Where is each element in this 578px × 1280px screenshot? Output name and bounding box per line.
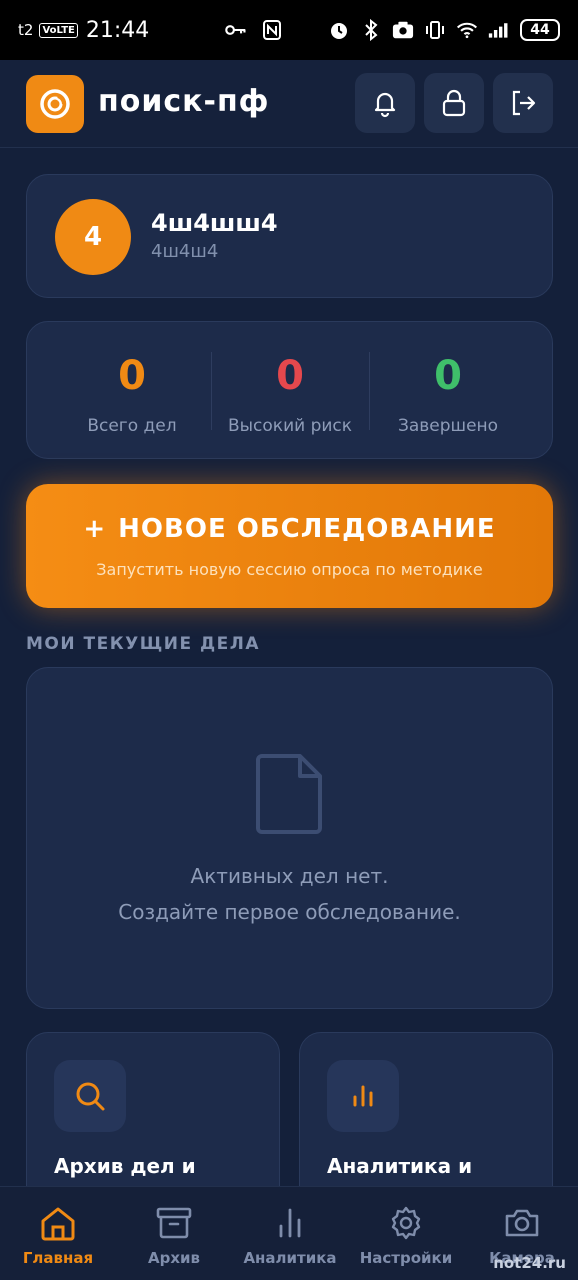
lock-icon <box>442 89 466 117</box>
clock: 21:44 <box>85 17 150 43</box>
nav-settings-label: Настройки <box>359 1249 453 1267</box>
quick-card-icon-box <box>54 1060 126 1132</box>
alarm-icon <box>328 19 350 41</box>
app-logo <box>26 75 84 133</box>
logo-target-icon <box>40 89 70 119</box>
new-survey-label: НОВОЕ ОБСЛЕДОВАНИЕ <box>118 514 496 544</box>
nav-analytics[interactable]: Аналитика <box>232 1187 348 1280</box>
stat-completed-label: Завершено <box>397 416 499 436</box>
status-bar: t2 VoLTE 21:44 44 <box>0 0 578 60</box>
new-survey-button[interactable]: + НОВОЕ ОБСЛЕДОВАНИЕ Запустить новую сесс… <box>26 484 553 608</box>
logout-icon <box>512 90 536 116</box>
bar-chart-icon <box>279 1208 301 1238</box>
nav-home-label: Главная <box>22 1249 94 1267</box>
avatar: 4 <box>55 199 131 275</box>
analytics-quick-card-title: Аналитика и <box>327 1154 473 1178</box>
logout-button[interactable] <box>493 73 553 133</box>
current-cases-heading: МОИ ТЕКУЩИЕ ДЕЛА <box>26 634 261 654</box>
archive-icon <box>156 1207 192 1239</box>
new-survey-title: + НОВОЕ ОБСЛЕДОВАНИЕ <box>26 514 553 544</box>
quick-card-icon-box <box>327 1060 399 1132</box>
stat-total-value: 0 <box>118 353 146 399</box>
document-icon <box>256 752 324 840</box>
archive-quick-card-title: Архив дел и <box>54 1154 196 1178</box>
user-name: 4ш4шш4 <box>151 209 278 237</box>
nav-analytics-label: Аналитика <box>243 1249 337 1267</box>
notifications-button[interactable] <box>355 73 415 133</box>
nav-home[interactable]: Главная <box>0 1187 116 1280</box>
home-icon <box>41 1207 75 1241</box>
nfc-icon <box>261 19 283 41</box>
user-card: 4 4ш4шш4 4ш4ш4 <box>26 174 553 298</box>
signal-icon <box>488 19 510 41</box>
stat-high-risk: 0 Высокий риск <box>211 322 369 458</box>
bar-chart-icon <box>353 1085 373 1107</box>
app-title: поиск-пф <box>98 84 270 119</box>
stat-high-risk-value: 0 <box>276 353 304 399</box>
nav-settings[interactable]: Настройки <box>348 1187 464 1280</box>
nav-archive-label: Архив <box>147 1249 201 1267</box>
wifi-icon <box>456 19 478 41</box>
carrier-label: t2 <box>18 21 34 39</box>
key-icon <box>225 19 247 41</box>
nav-archive[interactable]: Архив <box>116 1187 232 1280</box>
stat-total: 0 Всего дел <box>53 322 211 458</box>
app-header: поиск-пф <box>0 60 578 148</box>
lock-button[interactable] <box>424 73 484 133</box>
stat-high-risk-label: Высокий риск <box>227 416 353 436</box>
empty-state-line2: Создайте первое обследование. <box>118 900 461 924</box>
watermark: not24.ru <box>493 1254 566 1272</box>
stat-completed: 0 Завершено <box>369 322 527 458</box>
current-cases-empty-card: Активных дел нет. Создайте первое обслед… <box>26 667 553 1009</box>
camera-icon <box>505 1209 539 1237</box>
bottom-navigation: Главная Архив Аналитика Настройки Камера <box>0 1186 578 1280</box>
gear-icon <box>391 1206 421 1240</box>
vibrate-icon <box>424 19 446 41</box>
stat-total-label: Всего дел <box>87 416 177 436</box>
new-survey-subtitle: Запустить новую сессию опроса по методик… <box>96 560 483 579</box>
battery-indicator: 44 <box>520 19 560 41</box>
stat-completed-value: 0 <box>434 353 462 399</box>
empty-state-line1: Активных дел нет. <box>190 864 389 888</box>
user-subtitle: 4ш4ш4 <box>151 241 219 262</box>
plus-icon: + <box>83 514 107 544</box>
bell-icon <box>374 92 396 118</box>
camera-status-icon <box>392 19 414 41</box>
stats-card: 0 Всего дел 0 Высокий риск 0 Завершено <box>26 321 553 459</box>
search-icon <box>76 1082 105 1111</box>
bluetooth-icon <box>360 19 382 41</box>
volte-badge: VoLTE <box>39 22 78 38</box>
